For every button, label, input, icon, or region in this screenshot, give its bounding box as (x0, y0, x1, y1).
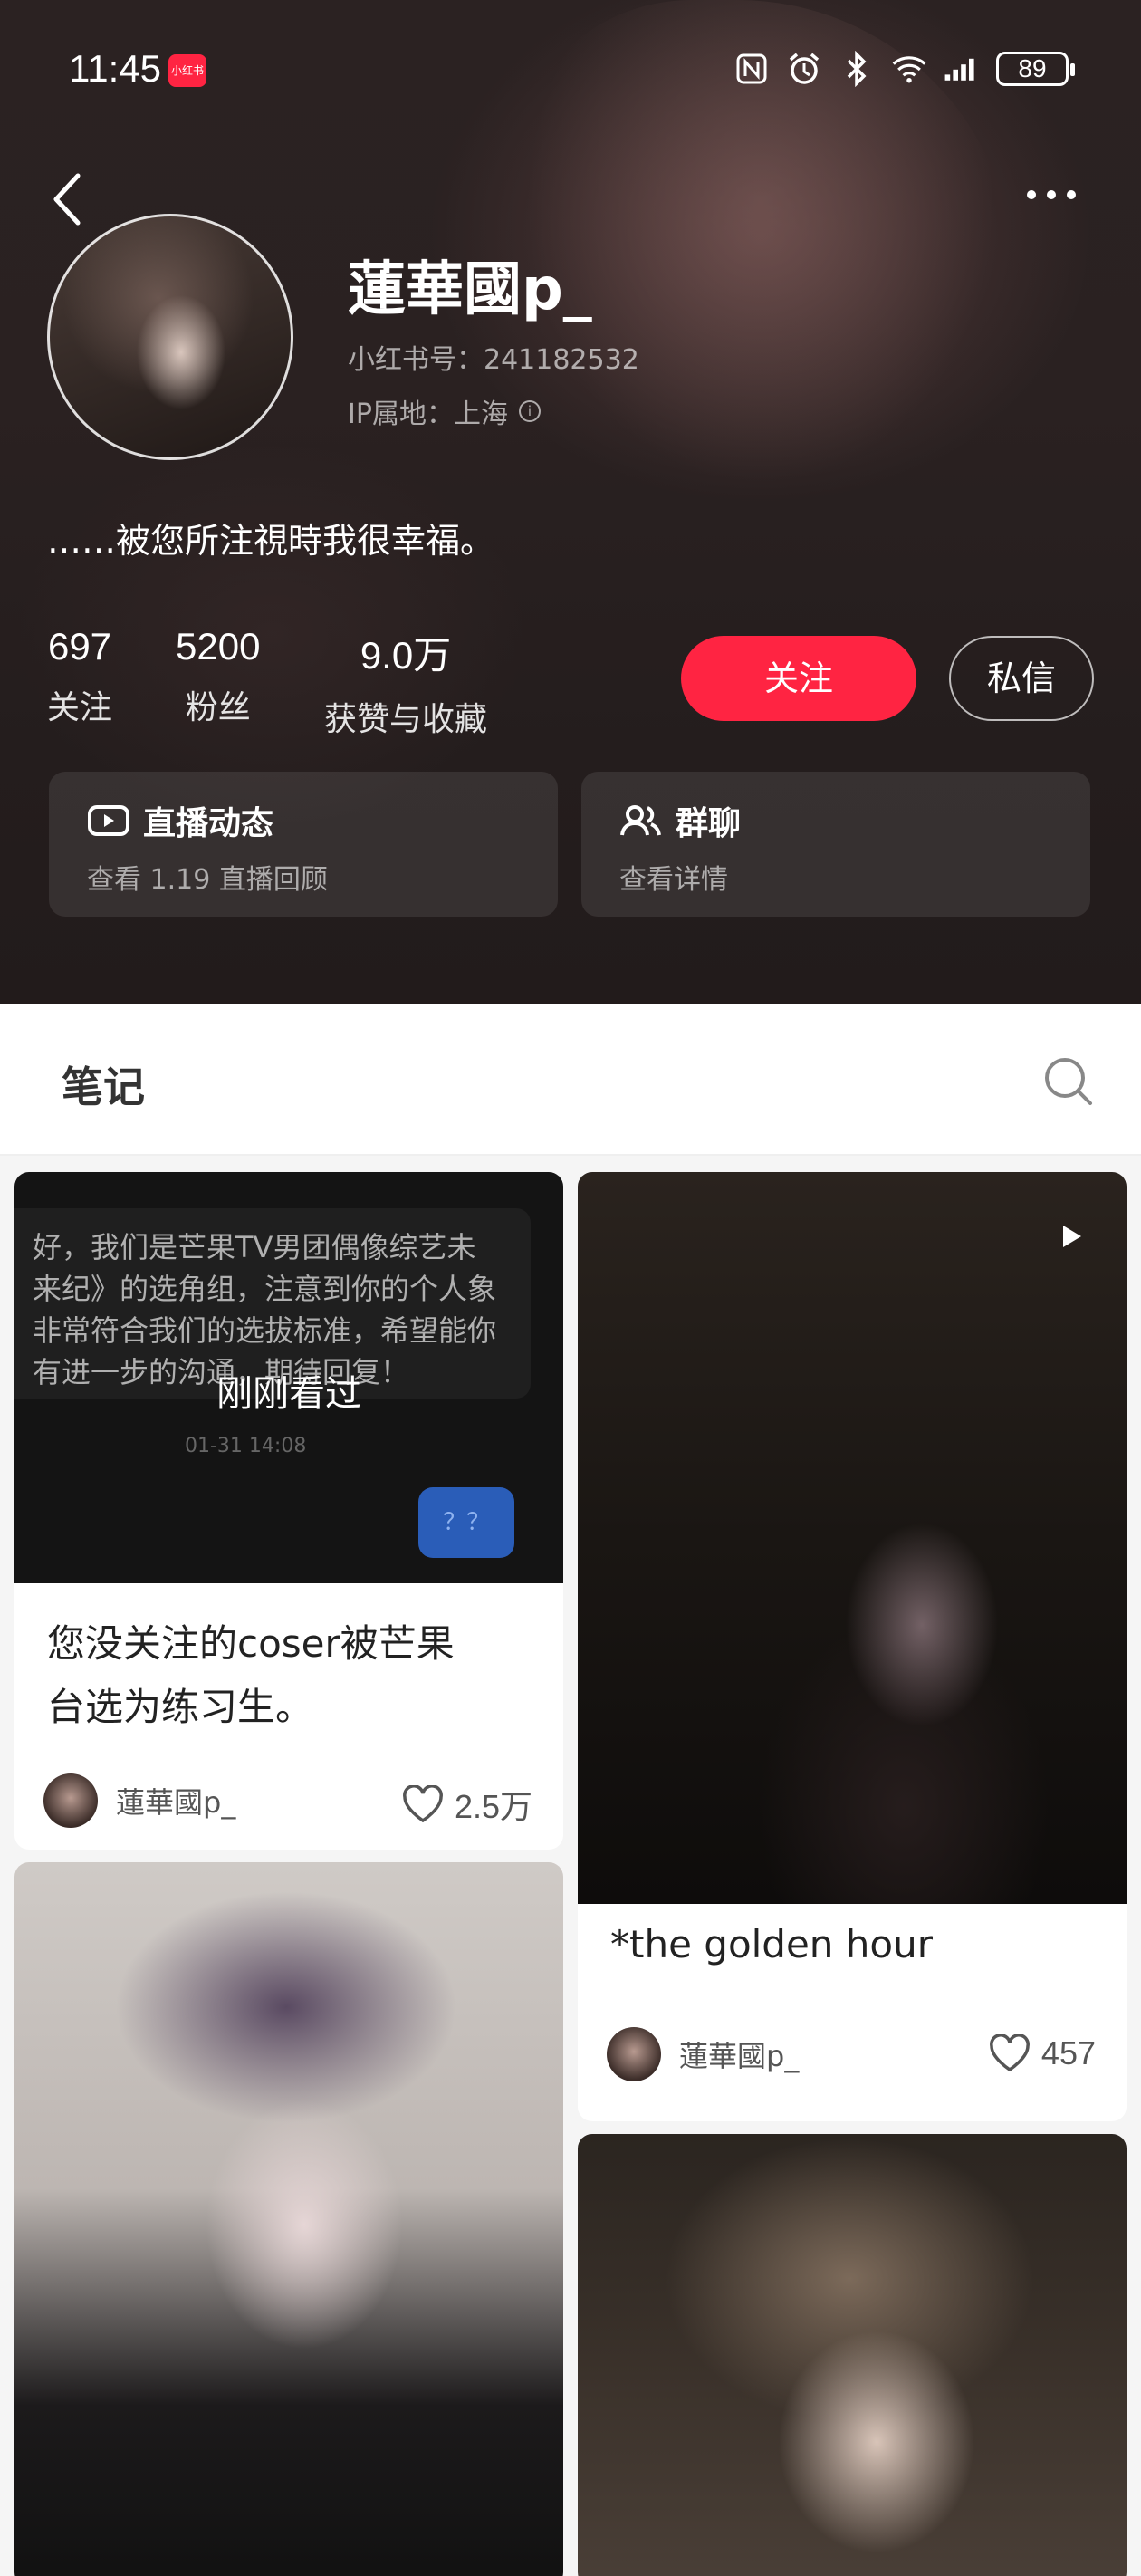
stat-followers[interactable]: 5200 粉丝 (176, 625, 260, 728)
group-chat-card[interactable]: 群聊 查看详情 (581, 772, 1090, 917)
alarm-icon (786, 51, 822, 87)
tab-notes[interactable]: 笔记 (62, 1054, 145, 1114)
notes-feed: 好，我们是芒果TV男团偶像综艺未来纪》的选角组，注意到你的个人象非常符合我们的选… (0, 1156, 1141, 2576)
stat-following-label: 关注 (47, 689, 113, 726)
live-activity-subtitle: 查看 1.19 直播回顾 (87, 864, 328, 896)
note-card[interactable] (578, 2134, 1127, 2576)
status-icons: 89 (734, 47, 1075, 91)
ip-location-text: IP属地：上海 (348, 399, 508, 430)
profile-bio: ……被您所注視時我很幸福。 (47, 521, 495, 561)
profile-red-id: 小红书号：241182532 (348, 344, 639, 376)
recently-viewed-label: 刚刚看过 (216, 1373, 361, 1415)
message-button[interactable]: 私信 (949, 636, 1094, 721)
follow-button[interactable]: 关注 (681, 636, 916, 721)
note-card[interactable] (14, 1862, 563, 2576)
notes-tab-bar: 笔记 (0, 1004, 1141, 1156)
group-chat-title: 群聊 (619, 797, 741, 844)
nfc-icon (734, 51, 770, 87)
like-count: 2.5万 (454, 1788, 532, 1825)
signal-icon (944, 51, 980, 87)
note-cover-photo (14, 1862, 563, 2576)
bluetooth-icon (839, 51, 875, 87)
dot-icon (1027, 190, 1036, 199)
note-card[interactable]: 好，我们是芒果TV男团偶像综艺未来纪》的选角组，注意到你的个人象非常符合我们的选… (14, 1172, 563, 1850)
group-chat-subtitle: 查看详情 (619, 864, 728, 896)
note-author[interactable]: 蓮華國p_ (607, 2027, 799, 2081)
chat-reply-bubble: ？？ (418, 1487, 514, 1558)
app-badge-icon: 小红书 (168, 54, 206, 87)
heart-icon (403, 1785, 443, 1823)
note-card[interactable]: *the golden hour 蓮華國p_ 457 (578, 1172, 1127, 2121)
group-chat-label: 群聊 (676, 805, 742, 842)
stat-following[interactable]: 697 关注 (47, 625, 112, 728)
chevron-left-icon (53, 173, 81, 226)
live-activity-card[interactable]: 直播动态 查看 1.19 直播回顾 (49, 772, 558, 917)
profile-username: 蓮華國p_ (348, 256, 592, 323)
stat-following-value: 697 (47, 625, 112, 668)
stat-followers-label: 粉丝 (185, 689, 251, 726)
author-name: 蓮華國p_ (116, 1785, 236, 1820)
live-activity-label: 直播动态 (143, 805, 274, 842)
stat-likes-value: 9.0万 (360, 634, 452, 677)
battery-indicator: 89 (996, 52, 1075, 86)
live-video-icon (88, 805, 129, 836)
live-activity-title: 直播动态 (87, 797, 273, 844)
note-title: *the golden hour (610, 1922, 933, 1966)
profile-ip-location: IP属地：上海 i (348, 391, 541, 431)
status-bar: 11:45 小红书 89 (0, 0, 1141, 145)
note-cover-video (578, 1172, 1127, 1904)
note-title-line-1: 您没关注的coser被芒果 (47, 1621, 455, 1666)
author-avatar (607, 2027, 661, 2081)
status-time: 11:45 (69, 47, 161, 90)
stat-followers-value: 5200 (176, 625, 261, 668)
note-cover-photo (578, 2134, 1127, 2576)
back-button[interactable] (49, 170, 94, 234)
heart-icon (989, 2034, 1030, 2072)
like-button[interactable]: 2.5万 (402, 1781, 532, 1828)
author-avatar (43, 1773, 98, 1828)
dot-icon (1047, 190, 1056, 199)
profile-header: 11:45 小红书 89 蓮華國p_ 小红书号：241182532 IP属地：上… (0, 0, 1141, 1004)
dot-icon (1067, 190, 1076, 199)
stat-likes-collects[interactable]: 9.0万 获赞与收藏 (324, 625, 487, 740)
search-button[interactable] (1041, 1054, 1096, 1109)
note-title-line-2: 台选为练习生。 (47, 1685, 314, 1729)
author-name: 蓮華國p_ (679, 2039, 800, 2073)
info-icon[interactable]: i (518, 400, 541, 422)
like-button[interactable]: 457 (989, 2034, 1096, 2072)
note-cover: 好，我们是芒果TV男团偶像综艺未来纪》的选角组，注意到你的个人象非常符合我们的选… (14, 1172, 563, 1583)
more-options-button[interactable] (1027, 181, 1090, 208)
like-count: 457 (1040, 2034, 1096, 2071)
search-icon (1045, 1058, 1092, 1105)
chat-time: 01-31 14:08 (185, 1435, 307, 1457)
profile-avatar[interactable] (47, 214, 293, 460)
video-play-icon (1063, 1226, 1081, 1247)
note-author[interactable]: 蓮華國p_ (43, 1773, 235, 1828)
wifi-icon (891, 51, 927, 87)
group-icon (620, 805, 661, 836)
stat-likes-label: 获赞与收藏 (324, 701, 488, 738)
